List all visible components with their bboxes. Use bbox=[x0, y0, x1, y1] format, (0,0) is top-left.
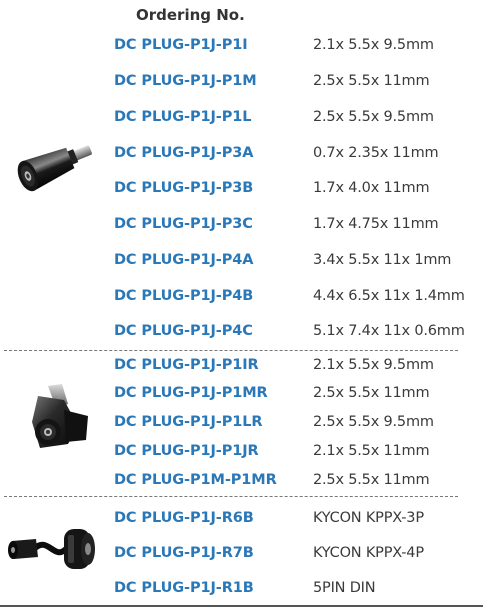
ordering-code: DC PLUG-P1J-P1I bbox=[114, 37, 248, 53]
page-title: Ordering No. bbox=[136, 6, 245, 24]
dimension-spec: KYCON KPPX-3P bbox=[313, 510, 424, 526]
ordering-code: DC PLUG-P1J-P3C bbox=[114, 216, 253, 232]
dimension-spec: 2.1x 5.5x 9.5mm bbox=[313, 357, 434, 373]
table-row: DC PLUG-P1J-P1IR 2.1x 5.5x 9.5mm bbox=[0, 357, 483, 377]
dimension-spec: 2.5x 5.5x 11mm bbox=[313, 472, 430, 488]
table-row: DC PLUG-P1J-P1L 2.5x 5.5x 9.5mm bbox=[0, 109, 483, 129]
dc-jack-to-din-cable-adapter-image bbox=[8, 529, 95, 569]
ordering-code: DC PLUG-P1J-R7B bbox=[114, 545, 254, 561]
table-bottom-border bbox=[0, 605, 483, 607]
table-row: DC PLUG-P1J-P4B 4.4x 6.5x 11x 1.4mm bbox=[0, 288, 483, 308]
dimension-spec: 2.5x 5.5x 9.5mm bbox=[313, 109, 434, 125]
dimension-spec: 5.1x 7.4x 11x 0.6mm bbox=[313, 323, 465, 339]
dimension-spec: 2.5x 5.5x 11mm bbox=[313, 73, 430, 89]
table-row: DC PLUG-P1J-R1B 5PIN DIN bbox=[0, 580, 483, 600]
group-divider bbox=[4, 350, 458, 351]
ordering-code: DC PLUG-P1J-P4C bbox=[114, 323, 253, 339]
dimension-spec: 1.7x 4.0x 11mm bbox=[313, 180, 430, 196]
ordering-code: DC PLUG-P1J-P1MR bbox=[114, 385, 268, 401]
table-row: DC PLUG-P1M-P1MR 2.5x 5.5x 11mm bbox=[0, 472, 483, 492]
dimension-spec: 2.5x 5.5x 11mm bbox=[313, 385, 430, 401]
table-row: DC PLUG-P1J-P1I 2.1x 5.5x 9.5mm bbox=[0, 37, 483, 57]
dimension-spec: KYCON KPPX-4P bbox=[313, 545, 424, 561]
ordering-code: DC PLUG-P1J-P1JR bbox=[114, 443, 259, 459]
ordering-code: DC PLUG-P1J-R1B bbox=[114, 580, 254, 596]
ordering-code: DC PLUG-P1M-P1MR bbox=[114, 472, 277, 488]
ordering-code: DC PLUG-P1J-P1L bbox=[114, 109, 252, 125]
right-angle-dc-plug-adapter-image bbox=[32, 384, 88, 448]
ordering-code: DC PLUG-P1J-P1M bbox=[114, 73, 257, 89]
dimension-spec: 2.5x 5.5x 9.5mm bbox=[313, 414, 434, 430]
table-row: DC PLUG-P1J-P4A 3.4x 5.5x 11x 1mm bbox=[0, 252, 483, 272]
dimension-spec: 5PIN DIN bbox=[313, 580, 376, 596]
dimension-spec: 0.7x 2.35x 11mm bbox=[313, 145, 439, 161]
ordering-code: DC PLUG-P1J-P4B bbox=[114, 288, 254, 304]
group-divider bbox=[4, 496, 458, 497]
dimension-spec: 2.1x 5.5x 11mm bbox=[313, 443, 430, 459]
ordering-code: DC PLUG-P1J-P3B bbox=[114, 180, 254, 196]
table-row: DC PLUG-P1J-P4C 5.1x 7.4x 11x 0.6mm bbox=[0, 323, 483, 343]
ordering-code: DC PLUG-P1J-P4A bbox=[114, 252, 254, 268]
dimension-spec: 4.4x 6.5x 11x 1.4mm bbox=[313, 288, 465, 304]
ordering-code: DC PLUG-P1J-P3A bbox=[114, 145, 254, 161]
dimension-spec: 3.4x 5.5x 11x 1mm bbox=[313, 252, 452, 268]
table-row: DC PLUG-P1J-P1M 2.5x 5.5x 11mm bbox=[0, 73, 483, 93]
dimension-spec: 1.7x 4.75x 11mm bbox=[313, 216, 439, 232]
dimension-spec: 2.1x 5.5x 9.5mm bbox=[313, 37, 434, 53]
ordering-code: DC PLUG-P1J-P1IR bbox=[114, 357, 259, 373]
table-row: DC PLUG-P1J-P3C 1.7x 4.75x 11mm bbox=[0, 216, 483, 236]
straight-dc-plug-adapter-image bbox=[17, 145, 92, 192]
ordering-code: DC PLUG-P1J-P1LR bbox=[114, 414, 263, 430]
ordering-code: DC PLUG-P1J-R6B bbox=[114, 510, 254, 526]
